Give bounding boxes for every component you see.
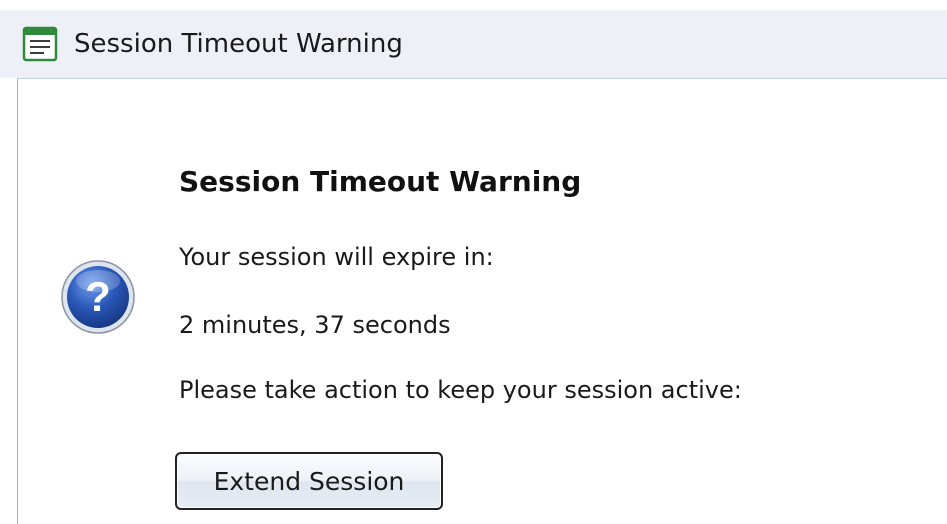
expire-label: Your session will expire in: (179, 243, 494, 271)
title-bar: Session Timeout Warning (0, 10, 947, 78)
time-remaining: 2 minutes, 37 seconds (179, 311, 451, 339)
dialog-heading: Session Timeout Warning (179, 165, 582, 198)
svg-text:?: ? (85, 273, 111, 320)
window-title: Session Timeout Warning (74, 29, 403, 59)
extend-session-button[interactable]: Extend Session (175, 452, 443, 510)
dialog-content (17, 78, 947, 524)
action-prompt: Please take action to keep your session … (179, 376, 742, 404)
question-mark-icon: ? (60, 259, 136, 335)
session-timeout-window: Session Timeout Warning ? Session Timeou… (0, 0, 947, 524)
window-form-icon (22, 26, 58, 62)
